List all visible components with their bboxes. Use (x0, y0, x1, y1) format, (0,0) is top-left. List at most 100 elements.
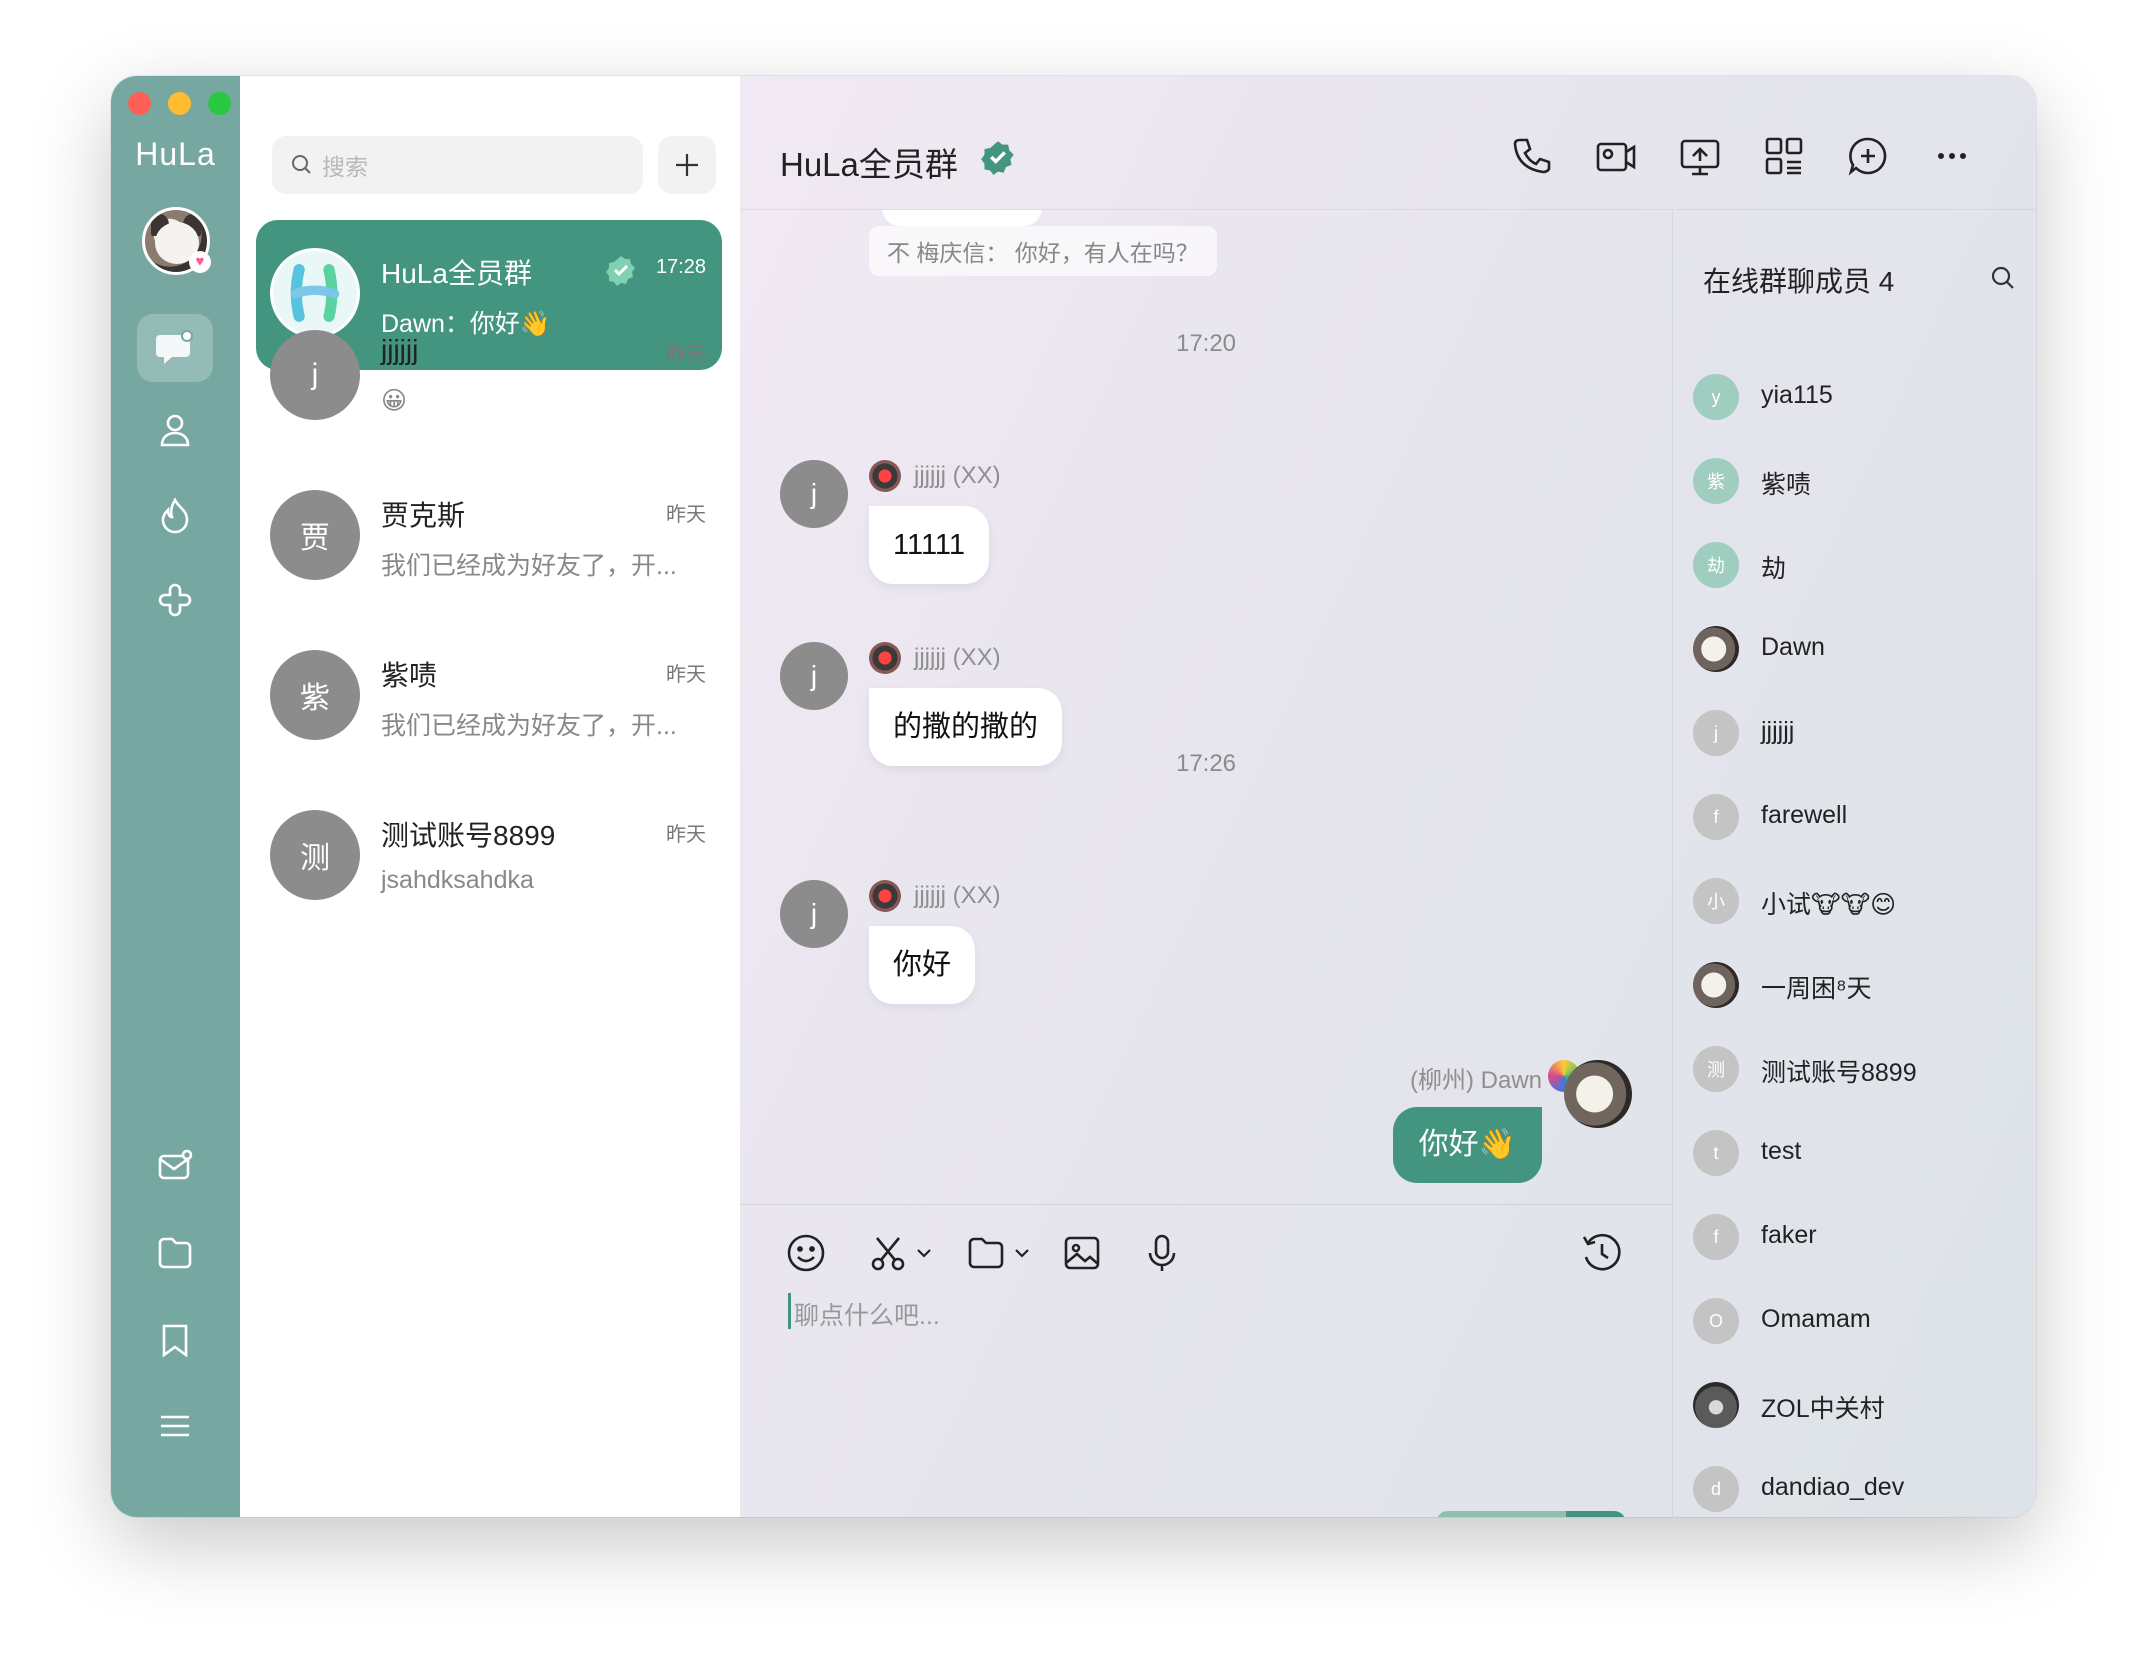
member-item[interactable]: t test (1693, 1123, 2023, 1183)
member-avatar: f (1693, 794, 1739, 840)
sidebar-item-files[interactable] (137, 1218, 213, 1286)
screenshot-button[interactable] (866, 1229, 934, 1277)
conversation-list: 搜索 HuLa全员群 17:28 Dawn：你好👋 j jjjjjj 昨天 😀 (240, 76, 740, 1517)
member-item[interactable]: f faker (1693, 1207, 2023, 1267)
message-bubble[interactable]: 你好 (869, 926, 976, 1004)
member-avatar: j (1693, 710, 1739, 756)
close-window-button[interactable] (128, 92, 151, 115)
member-name: 紫啧 (1761, 471, 1812, 499)
conversation-time: 17:28 (655, 256, 706, 278)
fire-icon (161, 497, 189, 534)
plus-icon (676, 154, 698, 176)
reply-preview[interactable]: 不 梅庆信： 你好，有人在吗？ (869, 226, 1217, 276)
member-avatar: 劫 (1693, 542, 1739, 588)
member-item[interactable]: O Omamam (1693, 1291, 2023, 1351)
screen-share-button[interactable] (1676, 132, 1724, 180)
add-circle-icon (1848, 137, 1887, 176)
call-button[interactable] (1508, 132, 1556, 180)
member-name: ZOL中关村 (1761, 1395, 1885, 1423)
member-item[interactable]: Dawn (1693, 619, 2023, 679)
conversation-name: 测试账号8899 (381, 820, 556, 851)
voice-button[interactable] (1140, 1229, 1184, 1277)
member-item[interactable]: f farewell (1693, 787, 2023, 847)
sidebar-item-menu[interactable] (137, 1392, 213, 1460)
search-icon[interactable] (1989, 264, 2017, 292)
message-bubble-self[interactable]: 你好👋 (1392, 1107, 1542, 1183)
contacts-icon (160, 414, 190, 447)
sidebar: HuLa ♥ (111, 76, 240, 1517)
heart-icon: ♥ (189, 251, 211, 273)
badge-icon (869, 460, 901, 492)
composer: 聊点什么吧... 发送 (740, 1204, 1672, 1517)
member-item[interactable]: 紫紫啧 (1693, 451, 2023, 511)
history-button[interactable] (1580, 1229, 1624, 1277)
sidebar-item-hot[interactable] (137, 482, 213, 550)
conversation-time: 昨天 (666, 824, 706, 846)
message-input[interactable]: 聊点什么吧... (794, 1296, 940, 1332)
member-panel-title: 在线群聊成员 4 (1703, 266, 1895, 297)
minimize-window-button[interactable] (168, 92, 191, 115)
more-button[interactable] (1928, 132, 1976, 180)
conversation-item[interactable]: j jjjjjj 昨天 😀 (256, 302, 722, 452)
image-button[interactable] (1060, 1229, 1104, 1277)
message-bubble[interactable]: 11111 (869, 506, 990, 584)
member-avatar: t (1693, 1130, 1739, 1176)
member-avatar: 紫 (1693, 458, 1739, 504)
sidebar-item-plugins[interactable] (137, 564, 213, 632)
chevron-down-icon (1015, 1249, 1029, 1258)
menu-icon (161, 1415, 189, 1437)
member-name: 劫 (1761, 555, 1787, 583)
avatar[interactable] (1564, 1060, 1632, 1128)
member-item[interactable]: d dandiao_dev (1693, 1459, 2023, 1517)
member-item[interactable]: 一周困⁸天 (1693, 955, 2023, 1015)
emoji-button[interactable] (784, 1229, 828, 1277)
conversation-preview: jsahdksahdka (381, 866, 534, 894)
conversation-item[interactable]: 贾 贾克斯 昨天 我们已经成为好友了，开... (256, 462, 722, 612)
sidebar-item-contacts[interactable] (137, 396, 213, 464)
member-panel: 在线群聊成员 4 y yia115 紫紫啧劫劫 Dawn j jjjjjj f farewel… (1672, 210, 2036, 1517)
avatar[interactable]: j (780, 642, 848, 710)
search-input[interactable]: 搜索 (272, 136, 643, 194)
add-member-button[interactable] (1844, 132, 1892, 180)
app-window: HuLa ♥ 搜索 HuLa全员群 17:28 Dawn：你好👋 j jjjjj… (111, 76, 2036, 1517)
conversation-item[interactable]: 测 测试账号8899 昨天 jsahdksahdka (256, 782, 722, 932)
conversation-time: 昨天 (666, 504, 706, 526)
avatar: 测 (270, 810, 360, 900)
send-button[interactable]: 发送 (1436, 1511, 1566, 1517)
badge-icon (869, 642, 901, 674)
member-item[interactable]: ZOL中关村 (1693, 1375, 2023, 1435)
sidebar-item-collections[interactable] (137, 1306, 213, 1374)
mail-icon (158, 1149, 193, 1180)
history-icon (1582, 1233, 1621, 1271)
timestamp: 17:20 (1175, 330, 1237, 357)
member-avatar: y (1693, 374, 1739, 420)
remote-control-button[interactable] (1760, 132, 1808, 180)
maximize-window-button[interactable] (208, 92, 231, 115)
member-item[interactable]: y yia115 (1693, 367, 2023, 427)
more-icon (1938, 153, 1966, 159)
add-button[interactable] (658, 136, 716, 194)
phone-icon (1513, 138, 1551, 174)
conversation-time: 昨天 (666, 344, 706, 366)
member-item[interactable]: j jjjjjj (1693, 703, 2023, 763)
avatar[interactable]: j (780, 460, 848, 528)
search-placeholder: 搜索 (322, 154, 368, 180)
conversation-name: HuLa全员群 (381, 258, 532, 289)
member-name: faker (1761, 1221, 1817, 1249)
member-item[interactable]: 测测试账号8899 (1693, 1039, 2023, 1099)
avatar[interactable]: j (780, 880, 848, 948)
member-name: yia115 (1761, 381, 1833, 409)
conversation-preview: 😀 (381, 387, 408, 415)
file-button[interactable] (964, 1229, 1032, 1277)
member-item[interactable]: 劫劫 (1693, 535, 2023, 595)
video-call-button[interactable] (1592, 132, 1640, 180)
member-avatar: f (1693, 1214, 1739, 1260)
member-item[interactable]: 小小试🐮🐮😊 (1693, 871, 2023, 931)
member-avatar (1693, 626, 1739, 672)
send-options-button[interactable] (1566, 1511, 1626, 1517)
sidebar-item-mail[interactable] (137, 1132, 213, 1200)
sidebar-item-chats[interactable] (137, 314, 213, 382)
screen-share-icon (1680, 139, 1720, 176)
conversation-item[interactable]: 紫 紫啧 昨天 我们已经成为好友了，开... (256, 622, 722, 772)
member-avatar: 测 (1693, 1046, 1739, 1092)
